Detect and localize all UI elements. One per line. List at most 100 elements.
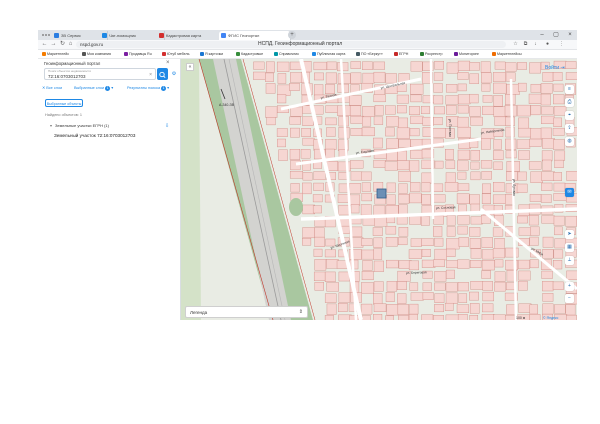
chip-search-results[interactable]: Результаты поиска 1 ▾	[127, 85, 169, 92]
parcel[interactable]	[553, 249, 564, 259]
parcel[interactable]	[373, 237, 383, 248]
parcel[interactable]	[313, 171, 326, 181]
parcel[interactable]	[541, 150, 553, 162]
measure-icon[interactable]: ⌖	[565, 111, 574, 120]
parcel[interactable]	[516, 183, 528, 193]
parcel[interactable]	[289, 61, 302, 70]
parcel[interactable]	[398, 237, 408, 246]
parcel[interactable]	[481, 249, 494, 260]
parcel[interactable]	[373, 303, 387, 312]
parcel[interactable]	[433, 117, 443, 126]
parcel[interactable]	[552, 127, 565, 136]
parcel[interactable]	[493, 106, 507, 117]
parcel[interactable]	[397, 281, 407, 290]
parcel[interactable]	[518, 280, 528, 291]
parcel[interactable]	[529, 138, 542, 147]
parcel[interactable]	[470, 171, 481, 181]
parcel[interactable]	[518, 259, 530, 270]
bookmark-10[interactable]: Росреестр	[420, 50, 442, 58]
parcel[interactable]	[434, 282, 446, 291]
bookmark-9[interactable]: ЕГРН	[394, 50, 408, 58]
parcel[interactable]	[434, 304, 444, 313]
parcel[interactable]	[542, 293, 554, 302]
parcel[interactable]	[493, 150, 504, 160]
parcel[interactable]	[469, 93, 479, 104]
parcel[interactable]	[481, 270, 491, 279]
parcel[interactable]	[457, 60, 471, 71]
parcel[interactable]	[434, 248, 447, 261]
parcel[interactable]	[300, 149, 311, 159]
parcel[interactable]	[337, 161, 351, 172]
parcel[interactable]	[386, 138, 399, 149]
parcel[interactable]	[529, 194, 542, 202]
parcel[interactable]	[517, 171, 527, 181]
parcel[interactable]	[541, 171, 555, 181]
parcel[interactable]	[456, 193, 470, 204]
parcel[interactable]	[408, 314, 418, 320]
parcel[interactable]	[338, 204, 350, 216]
parcel[interactable]	[433, 194, 446, 203]
parcel[interactable]	[481, 260, 495, 271]
parcel[interactable]	[529, 259, 539, 269]
parcel[interactable]	[492, 248, 505, 259]
parcel[interactable]	[277, 84, 291, 96]
parcel[interactable]	[469, 238, 481, 249]
parcel[interactable]	[384, 161, 398, 171]
bookmark-1[interactable]: Моя компания	[82, 50, 111, 58]
parcel[interactable]	[313, 271, 326, 282]
bookmark-8[interactable]: ПО «Беркут»	[356, 50, 383, 58]
maximize-button[interactable]: ▢	[549, 30, 563, 40]
parcel[interactable]	[445, 292, 458, 305]
parcel[interactable]	[385, 237, 398, 247]
parcel[interactable]	[289, 171, 303, 179]
parcel[interactable]	[530, 83, 541, 93]
parcel[interactable]	[445, 95, 459, 105]
parcel[interactable]	[410, 238, 422, 247]
parcel[interactable]	[350, 128, 363, 136]
parcel[interactable]	[432, 128, 446, 138]
bookmark-4[interactable]: Я карточки	[200, 50, 223, 58]
parcel[interactable]	[552, 72, 563, 82]
chat-icon[interactable]: ✉	[565, 188, 574, 197]
parcel[interactable]	[493, 314, 506, 320]
parcel[interactable]	[409, 160, 420, 172]
parcel[interactable]	[434, 160, 444, 169]
parcel[interactable]	[314, 84, 324, 96]
zoom-in-icon[interactable]: +	[565, 282, 574, 291]
parcel[interactable]	[565, 215, 577, 227]
parcel[interactable]	[289, 83, 300, 91]
parcel[interactable]	[541, 270, 553, 279]
parcel[interactable]	[398, 315, 409, 320]
parcel[interactable]	[361, 282, 374, 294]
parcel[interactable]	[325, 72, 337, 84]
parcel[interactable]	[542, 303, 554, 315]
parcel[interactable]	[362, 61, 373, 70]
parcel[interactable]	[493, 182, 505, 193]
parcel[interactable]	[361, 182, 371, 192]
parcel[interactable]	[290, 106, 303, 117]
search-input[interactable]: Поиск объектов недвижимости 72:16:070301…	[44, 68, 156, 80]
back-icon[interactable]: ←	[41, 40, 48, 49]
parcel[interactable]	[362, 260, 373, 271]
parcel[interactable]	[529, 314, 541, 320]
parcel[interactable]	[434, 106, 445, 115]
map-canvas[interactable]: А-340-ЗВ ул. Лесная ул. Садовая ул. Набере…	[181, 59, 577, 320]
parcel[interactable]	[517, 104, 531, 117]
parcel[interactable]	[482, 303, 494, 313]
parcel[interactable]	[433, 183, 444, 192]
parcel[interactable]	[457, 94, 471, 105]
parcel[interactable]	[422, 95, 435, 104]
parcel[interactable]	[470, 248, 482, 259]
parcel[interactable]	[398, 170, 411, 182]
parcel[interactable]	[386, 259, 399, 269]
selected-objects-button[interactable]: Выбранные объекты	[45, 99, 83, 107]
parcel[interactable]	[530, 226, 540, 236]
parcel[interactable]	[492, 194, 507, 204]
parcel[interactable]	[313, 182, 324, 191]
cadastral-map[interactable]: А-340-ЗВ ул. Леснаяул. Садоваяул. Набере…	[181, 59, 577, 320]
parcel[interactable]	[326, 127, 336, 137]
parcel[interactable]	[265, 83, 276, 94]
parcel[interactable]	[302, 116, 314, 126]
parcel[interactable]	[409, 192, 422, 204]
parcel[interactable]	[457, 183, 470, 191]
